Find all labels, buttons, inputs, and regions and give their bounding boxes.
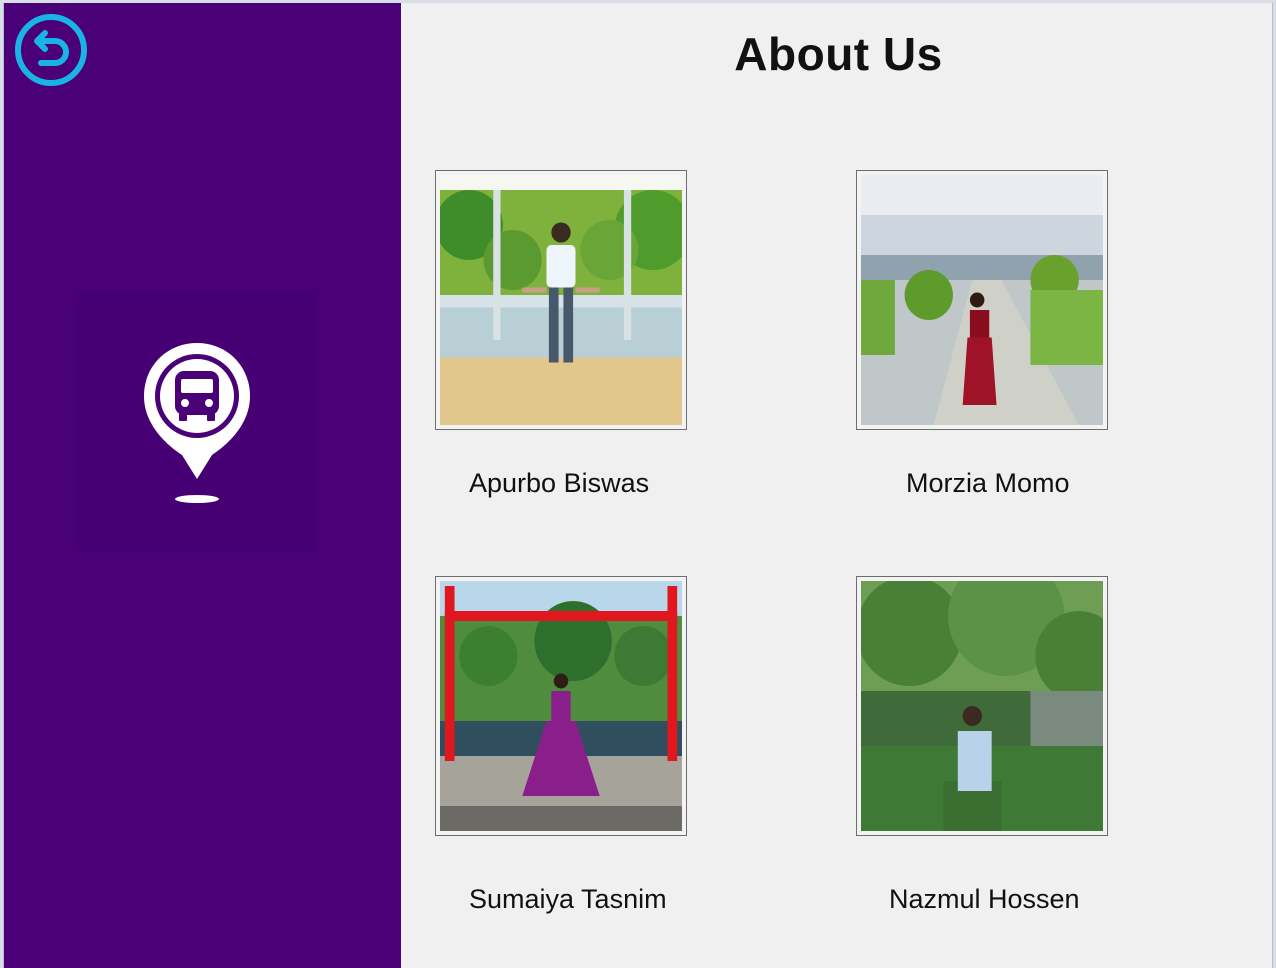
member-photo <box>435 170 687 430</box>
member-name: Sumaiya Tasnim <box>469 884 667 914</box>
member-name: Nazmul Hossen <box>889 884 1080 914</box>
main-content: About Us Apurbo Biswas Morzia Momo Sumai… <box>401 3 1272 968</box>
member-photo <box>856 170 1108 430</box>
app-logo <box>76 293 316 553</box>
member-photo <box>435 576 687 836</box>
member-photo <box>856 576 1108 836</box>
member-name: Apurbo Biswas <box>469 468 650 498</box>
back-arrow-circle-icon <box>15 14 87 86</box>
bus-location-pin-icon <box>144 343 250 503</box>
member-name: Morzia Momo <box>906 468 1070 498</box>
back-button[interactable] <box>14 13 88 87</box>
sidebar <box>4 3 401 968</box>
about-us-window: About Us Apurbo Biswas Morzia Momo Sumai… <box>3 3 1273 968</box>
page-title: About Us <box>734 28 943 80</box>
